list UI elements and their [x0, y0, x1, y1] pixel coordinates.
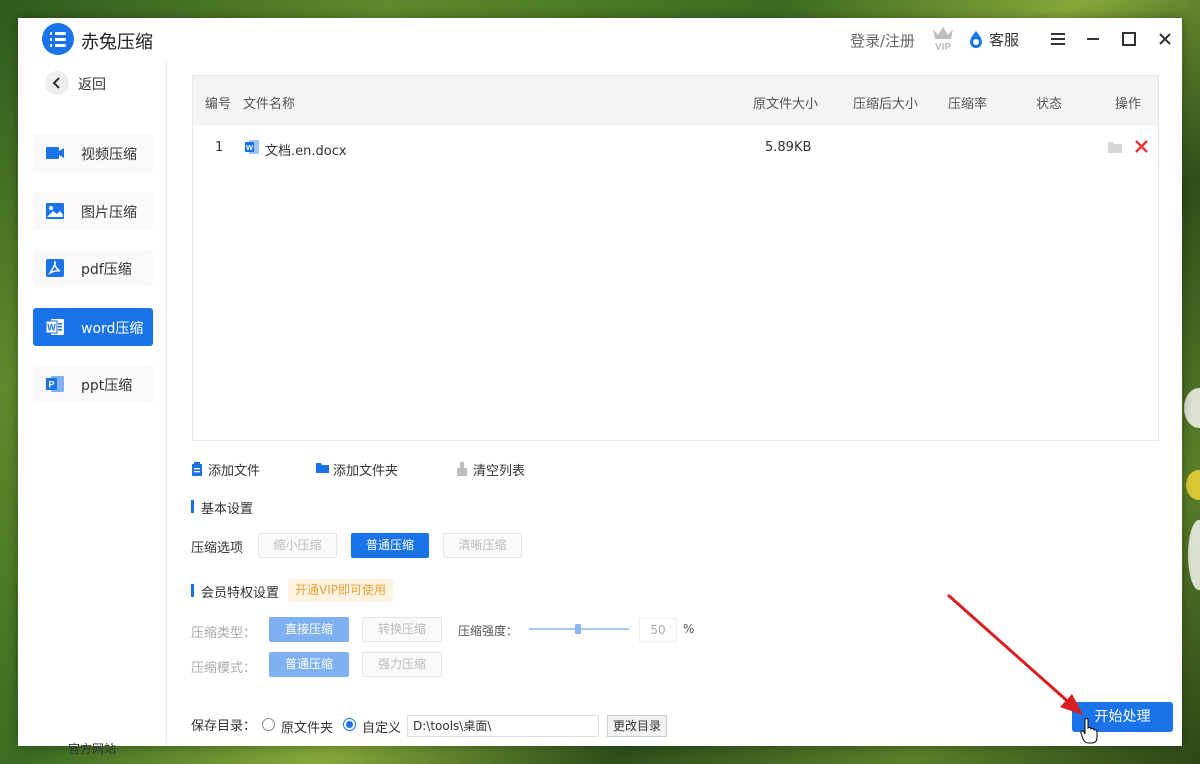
row-orig-size: 5.89KB: [765, 140, 812, 155]
official-website-link[interactable]: 官方网站: [68, 740, 116, 757]
app-window: 赤兔压缩 登录/注册 VIP 客服 返回 视频压缩 图片压缩 pdf压缩 W w…: [18, 18, 1182, 756]
svg-text:W: W: [47, 323, 56, 333]
back-label: 返回: [78, 77, 106, 93]
type-direct-button[interactable]: 直接压缩: [269, 617, 349, 642]
video-icon: [46, 147, 64, 159]
vip-unlock-badge[interactable]: 开通VIP即可使用: [288, 579, 393, 602]
table-header: 编号 文件名称 原文件大小 压缩后大小 压缩率 状态 操作: [193, 76, 1158, 125]
strength-slider-handle[interactable]: [575, 624, 581, 634]
compress-type-label: 压缩类型：: [191, 626, 257, 641]
svg-text:P: P: [48, 380, 54, 390]
back-circle: [45, 71, 69, 95]
word-icon: W: [45, 319, 64, 335]
minimize-icon[interactable]: [1082, 28, 1104, 50]
radio-custom-folder[interactable]: [343, 718, 356, 731]
strength-unit: %: [683, 622, 695, 636]
compress-option-label: 压缩选项: [191, 541, 244, 556]
strength-label: 压缩强度：: [458, 624, 519, 638]
title-bar: 赤兔压缩 登录/注册 VIP 客服: [18, 18, 1182, 60]
pdf-icon: [46, 259, 64, 277]
col-action-header: 操作: [1115, 97, 1142, 112]
app-logo-icon: [42, 23, 74, 55]
col-new-size-header: 压缩后大小: [853, 97, 919, 112]
col-status-header: 状态: [1036, 97, 1063, 112]
save-dir-label: 保存目录：: [191, 719, 257, 734]
col-ratio-header: 压缩率: [948, 97, 988, 112]
menu-icon[interactable]: [1047, 28, 1069, 50]
strength-input[interactable]: 50: [639, 618, 677, 642]
clear-list-label: 清空列表: [473, 464, 526, 479]
sidebar-item-label: pdf压缩: [81, 262, 132, 278]
row-filename: 文档.en.docx: [265, 144, 347, 159]
sidebar-item-label: ppt压缩: [81, 378, 133, 394]
col-name-header: 文件名称: [243, 97, 296, 112]
type-convert-button[interactable]: 转换压缩: [362, 617, 442, 642]
add-folder-label: 添加文件夹: [333, 464, 399, 479]
option-clear-button[interactable]: 清晰压缩: [443, 533, 522, 558]
login-register-link[interactable]: 登录/注册: [850, 30, 915, 51]
sidebar-item-label: 图片压缩: [81, 205, 137, 221]
clipboard-icon: [192, 462, 202, 476]
save-path-input[interactable]: D:\tools\桌面\: [407, 715, 599, 737]
option-normal-button[interactable]: 普通压缩: [351, 533, 429, 558]
col-num-header: 编号: [205, 97, 232, 112]
service-label: 客服: [989, 31, 1020, 49]
vip-settings-title: 会员特权设置: [191, 582, 279, 601]
vip-label: VIP: [935, 42, 951, 52]
word-file-icon: W: [245, 140, 259, 154]
change-directory-button[interactable]: 更改目录: [607, 715, 667, 737]
service-droplet-icon: [970, 31, 982, 48]
option-shrink-button[interactable]: 缩小压缩: [258, 533, 337, 558]
folder-icon: [316, 463, 329, 473]
close-icon[interactable]: [1154, 28, 1176, 50]
app-title: 赤兔压缩: [81, 32, 153, 53]
sidebar-item-label: word压缩: [81, 321, 144, 337]
open-folder-icon[interactable]: [1107, 140, 1123, 154]
sidebar-item-ppt[interactable]: P ppt压缩: [33, 365, 153, 403]
radio-original-folder[interactable]: [262, 718, 275, 731]
radio-custom-label: 自定义: [362, 721, 402, 736]
sidebar: 返回 视频压缩 图片压缩 pdf压缩 W word压缩 P ppt压缩 官方网站: [18, 60, 167, 756]
vip-crown-icon[interactable]: VIP: [930, 24, 956, 52]
basic-settings-title: 基本设置: [191, 498, 253, 517]
image-icon: [46, 203, 64, 219]
sidebar-item-image[interactable]: 图片压缩: [33, 192, 153, 230]
radio-original-label: 原文件夹: [281, 721, 334, 736]
maximize-icon[interactable]: [1118, 28, 1140, 50]
broom-icon: [457, 462, 467, 476]
chevron-left-icon: [52, 77, 60, 89]
mode-normal-button[interactable]: 普通压缩: [269, 652, 349, 677]
sidebar-item-video[interactable]: 视频压缩: [33, 134, 153, 172]
mouse-cursor-icon: [1080, 718, 1098, 744]
row-num: 1: [215, 140, 224, 155]
delete-icon[interactable]: [1134, 139, 1149, 154]
sidebar-item-label: 视频压缩: [81, 147, 137, 163]
col-orig-size-header: 原文件大小: [753, 97, 819, 112]
sidebar-item-word[interactable]: W word压缩: [33, 308, 153, 346]
ppt-icon: P: [46, 376, 64, 392]
svg-text:W: W: [246, 143, 254, 152]
file-table: 编号 文件名称 原文件大小 压缩后大小 压缩率 状态 操作 1 W 文档.en.…: [192, 75, 1159, 441]
sidebar-item-pdf[interactable]: pdf压缩: [33, 249, 153, 287]
add-file-label: 添加文件: [208, 464, 261, 479]
compress-mode-label: 压缩模式：: [191, 661, 257, 676]
mode-strong-button[interactable]: 强力压缩: [362, 652, 442, 677]
